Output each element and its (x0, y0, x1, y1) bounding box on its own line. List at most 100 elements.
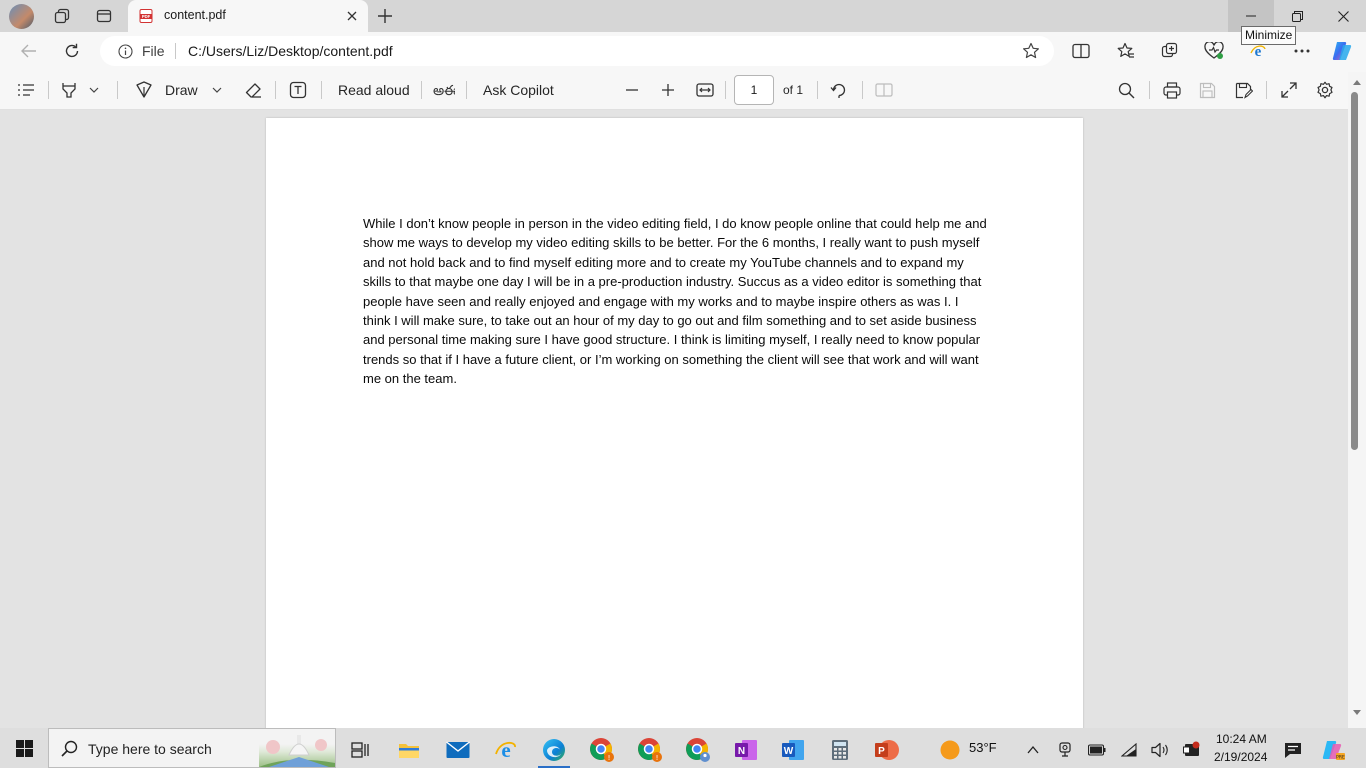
svg-text:N: N (738, 746, 745, 757)
profile-avatar[interactable] (9, 4, 34, 29)
zoom-in-icon[interactable] (662, 70, 674, 110)
zoom-out-icon[interactable] (626, 70, 638, 110)
clock-date[interactable]: 2/19/2024 (1214, 750, 1267, 764)
chrome-profile-1-icon[interactable]: ! (582, 732, 622, 768)
copilot-icon[interactable] (1330, 40, 1354, 62)
search-icon (61, 740, 78, 760)
weather-temperature[interactable]: 53°F (969, 740, 997, 755)
new-tab-button[interactable] (372, 4, 398, 28)
svg-text:అ: అ (433, 83, 444, 99)
contents-icon[interactable] (17, 70, 35, 110)
back-button[interactable] (14, 37, 44, 65)
calculator-icon[interactable] (820, 732, 860, 768)
scroll-down-arrow-icon[interactable] (1348, 704, 1366, 720)
svg-text:!: ! (608, 754, 611, 762)
onenote-icon[interactable]: N (726, 732, 766, 768)
highlight-options-chevron-down-icon[interactable] (89, 70, 99, 110)
browser-essentials-icon[interactable] (1202, 40, 1226, 62)
eraser-icon[interactable] (245, 70, 263, 110)
page-view-icon[interactable] (875, 70, 893, 110)
mail-icon[interactable] (438, 732, 478, 768)
chrome-profile-3-icon[interactable] (678, 732, 718, 768)
split-screen-icon[interactable] (1069, 40, 1093, 62)
toolbar-divider (117, 81, 118, 99)
info-icon[interactable] (118, 44, 133, 62)
toolbar-divider (1266, 81, 1267, 99)
security-notification-icon[interactable] (1172, 732, 1212, 768)
workspaces-icon[interactable] (49, 4, 75, 28)
task-view-icon[interactable] (340, 732, 380, 768)
edge-browser-icon[interactable] (534, 732, 574, 768)
tab-actions-icon[interactable] (91, 4, 117, 28)
scroll-up-arrow-icon[interactable] (1348, 74, 1366, 90)
taskbar: Type here to search e ! ! N W P 53°F 10:… (0, 728, 1366, 768)
find-search-icon[interactable] (1118, 70, 1135, 110)
read-aloud-label: Read aloud (338, 82, 410, 98)
draw-button[interactable]: Draw (135, 70, 198, 110)
tab-title: content.pdf (164, 8, 226, 22)
toolbar-divider (466, 81, 467, 99)
scrollbar-thumb[interactable] (1351, 92, 1358, 450)
add-text-icon[interactable] (289, 70, 307, 110)
refresh-button[interactable] (57, 37, 87, 65)
pdf-icon: PDF (139, 9, 153, 23)
toolbar-divider (48, 81, 49, 99)
pdf-page: While I don’t know people in person in t… (266, 118, 1083, 728)
save-as-icon[interactable] (1235, 70, 1253, 110)
url-text[interactable]: C:/Users/Liz/Desktop/content.pdf (188, 43, 393, 59)
draw-pen-icon (136, 81, 152, 98)
word-icon[interactable]: W (773, 732, 813, 768)
copilot-taskbar-icon[interactable]: PRE (1313, 732, 1353, 768)
ask-copilot-button[interactable]: Ask Copilot (483, 70, 554, 110)
toolbar-divider (321, 81, 322, 99)
svg-text:PRE: PRE (1336, 755, 1345, 761)
taskbar-search-box[interactable]: Type here to search (48, 728, 336, 768)
file-explorer-icon[interactable] (389, 732, 429, 768)
svg-text:PDF: PDF (142, 14, 151, 19)
notifications-icon[interactable] (1273, 732, 1313, 768)
close-window-button[interactable] (1320, 0, 1366, 32)
internet-explorer-icon[interactable]: e (486, 732, 526, 768)
toolbar-divider (817, 81, 818, 99)
site-info-label[interactable]: File (142, 43, 165, 59)
address-divider (175, 43, 176, 59)
clock-time[interactable]: 10:24 AM (1216, 732, 1267, 746)
favorites-icon[interactable] (1114, 40, 1138, 62)
read-aloud-button[interactable]: Read aloud (338, 70, 410, 110)
translate-icon[interactable]: అఈ (433, 70, 455, 110)
draw-label: Draw (165, 82, 198, 98)
ask-copilot-label: Ask Copilot (483, 82, 554, 98)
rotate-icon[interactable] (830, 70, 848, 110)
svg-text:P: P (878, 746, 885, 757)
star-icon[interactable] (1022, 42, 1040, 63)
full-screen-icon[interactable] (1281, 70, 1297, 110)
print-icon[interactable] (1163, 70, 1181, 110)
pdf-viewer[interactable]: While I don’t know people in person in t… (0, 110, 1348, 728)
toolbar-divider (275, 81, 276, 99)
highlight-icon[interactable] (60, 70, 78, 110)
toolbar-divider (421, 81, 422, 99)
tab-strip: PDF content.pdf Minimize (0, 0, 1366, 45)
toolbar-divider (725, 81, 726, 99)
collections-icon[interactable] (1158, 40, 1182, 62)
toolbar-divider (862, 81, 863, 99)
powerpoint-icon[interactable]: P (867, 732, 907, 768)
minimize-tooltip: Minimize (1241, 26, 1297, 45)
toolbar-divider (1149, 81, 1150, 99)
tab-content-pdf[interactable]: PDF content.pdf (128, 0, 368, 32)
page-number-input[interactable]: 1 (734, 75, 774, 105)
windows-start-icon[interactable] (4, 730, 44, 766)
weather-sun-icon[interactable] (930, 732, 970, 768)
save-icon[interactable] (1199, 70, 1216, 110)
address-bar[interactable]: File C:/Users/Liz/Desktop/content.pdf (100, 36, 1054, 66)
svg-text:!: ! (656, 754, 659, 762)
draw-options-chevron-down-icon[interactable] (212, 70, 222, 110)
fit-to-width-icon[interactable] (696, 70, 714, 110)
address-bar-row: File C:/Users/Liz/Desktop/content.pdf e (0, 32, 1366, 70)
pdf-toolbar: Draw Read aloud అఈ Ask Copilot 1 of 1 (0, 70, 1366, 110)
chrome-profile-2-icon[interactable]: ! (630, 732, 670, 768)
close-icon[interactable] (342, 6, 362, 26)
page-total-label: of 1 (783, 83, 804, 97)
settings-gear-icon[interactable] (1316, 70, 1334, 110)
search-placeholder: Type here to search (88, 741, 212, 757)
